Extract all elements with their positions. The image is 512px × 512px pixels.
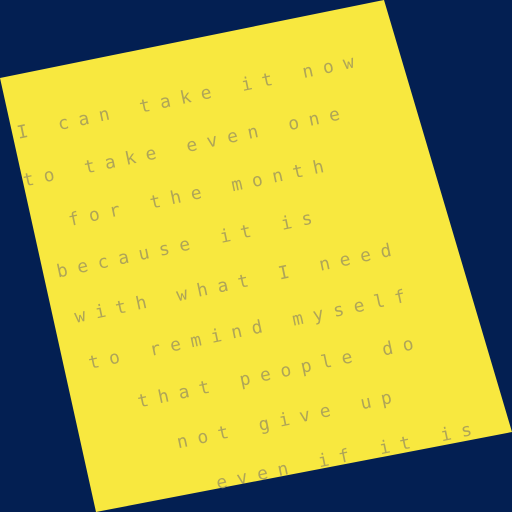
scene: I can take it now to take even one for t… bbox=[0, 0, 512, 512]
paper-sheet: I can take it now to take even one for t… bbox=[0, 0, 512, 512]
paper-svg: I can take it now to take even one for t… bbox=[0, 0, 512, 512]
